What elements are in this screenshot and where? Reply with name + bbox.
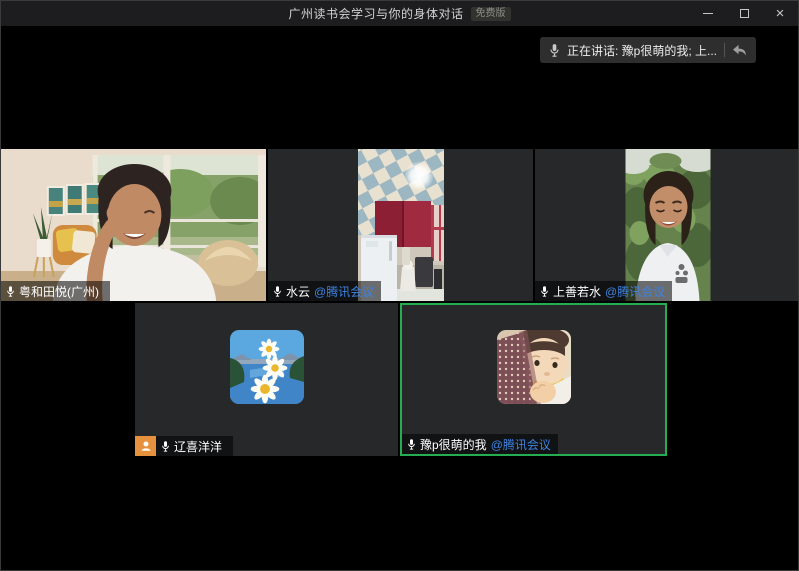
minimize-icon (703, 13, 713, 14)
mic-icon (161, 440, 170, 453)
video-tile-shuiyun[interactable]: 水云 @腾讯会议 (268, 149, 533, 301)
close-button[interactable]: × (762, 1, 798, 26)
video-tile-shangshanruoshui[interactable]: 上善若水 @腾讯会议 (535, 149, 799, 301)
user-badge-icon (140, 440, 152, 452)
mic-icon (273, 285, 282, 298)
participant-name: 粤和田悦(广州) (19, 283, 99, 300)
maximize-button[interactable] (726, 1, 762, 26)
free-version-badge: 免费版 (471, 7, 511, 21)
video-feed-living-room (1, 149, 266, 301)
participant-name: 上善若水 (553, 283, 601, 300)
participant-name: 水云 (286, 283, 310, 300)
reply-arrow-icon[interactable] (732, 44, 747, 57)
mic-icon (540, 285, 549, 298)
titlebar[interactable]: 广州读书会学习与你的身体对话 免费版 × (1, 1, 798, 26)
video-tile-liaoxiyangyang[interactable]: 辽喜洋洋 (135, 303, 398, 456)
speaking-text: 正在讲话: 豫p很萌的我; 上... (567, 42, 717, 59)
avatar (230, 330, 304, 404)
participant-label: 水云 @腾讯会议 (268, 281, 381, 301)
avatar-wrap (402, 305, 665, 454)
toast-divider (724, 43, 725, 57)
maximize-icon (740, 9, 749, 18)
participant-label: 豫p很萌的我 @腾讯会议 (402, 434, 558, 454)
mic-icon (549, 43, 560, 58)
participant-suffix: @腾讯会议 (314, 283, 374, 300)
user-badge (135, 436, 156, 456)
close-icon: × (776, 6, 785, 21)
video-area: 正在讲话: 豫p很萌的我; 上... (1, 26, 798, 570)
video-grid-bottom-row: 辽喜洋洋 (135, 303, 667, 456)
participant-suffix: @腾讯会议 (491, 436, 551, 453)
avatar (497, 330, 571, 404)
mic-icon (407, 438, 416, 451)
participant-suffix: @腾讯会议 (605, 283, 665, 300)
participant-label: 辽喜洋洋 (135, 436, 233, 456)
title-wrap: 广州读书会学习与你的身体对话 免费版 (288, 5, 510, 22)
window-controls: × (690, 1, 798, 26)
speaking-toast: 正在讲话: 豫p很萌的我; 上... (540, 37, 756, 63)
avatar-wrap (135, 303, 398, 456)
video-feed-outdoors (625, 149, 710, 301)
video-tile-yuehetianyue[interactable]: 粤和田悦(广州) (1, 149, 266, 301)
participant-name: 豫p很萌的我 (420, 436, 487, 453)
mic-icon (6, 285, 15, 298)
app-window: 广州读书会学习与你的身体对话 免费版 × 正在讲话: 豫p很萌的我; 上... (0, 0, 799, 571)
video-tile-yup-active-speaker[interactable]: 豫p很萌的我 @腾讯会议 (400, 303, 667, 456)
minimize-button[interactable] (690, 1, 726, 26)
video-feed-kitchen (358, 149, 444, 301)
participant-name: 辽喜洋洋 (174, 438, 222, 455)
participant-label: 上善若水 @腾讯会议 (535, 281, 672, 301)
video-grid-top-row: 粤和田悦(广州) (1, 149, 799, 301)
participant-label: 粤和田悦(广州) (1, 281, 110, 301)
meeting-title: 广州读书会学习与你的身体对话 (288, 5, 463, 22)
